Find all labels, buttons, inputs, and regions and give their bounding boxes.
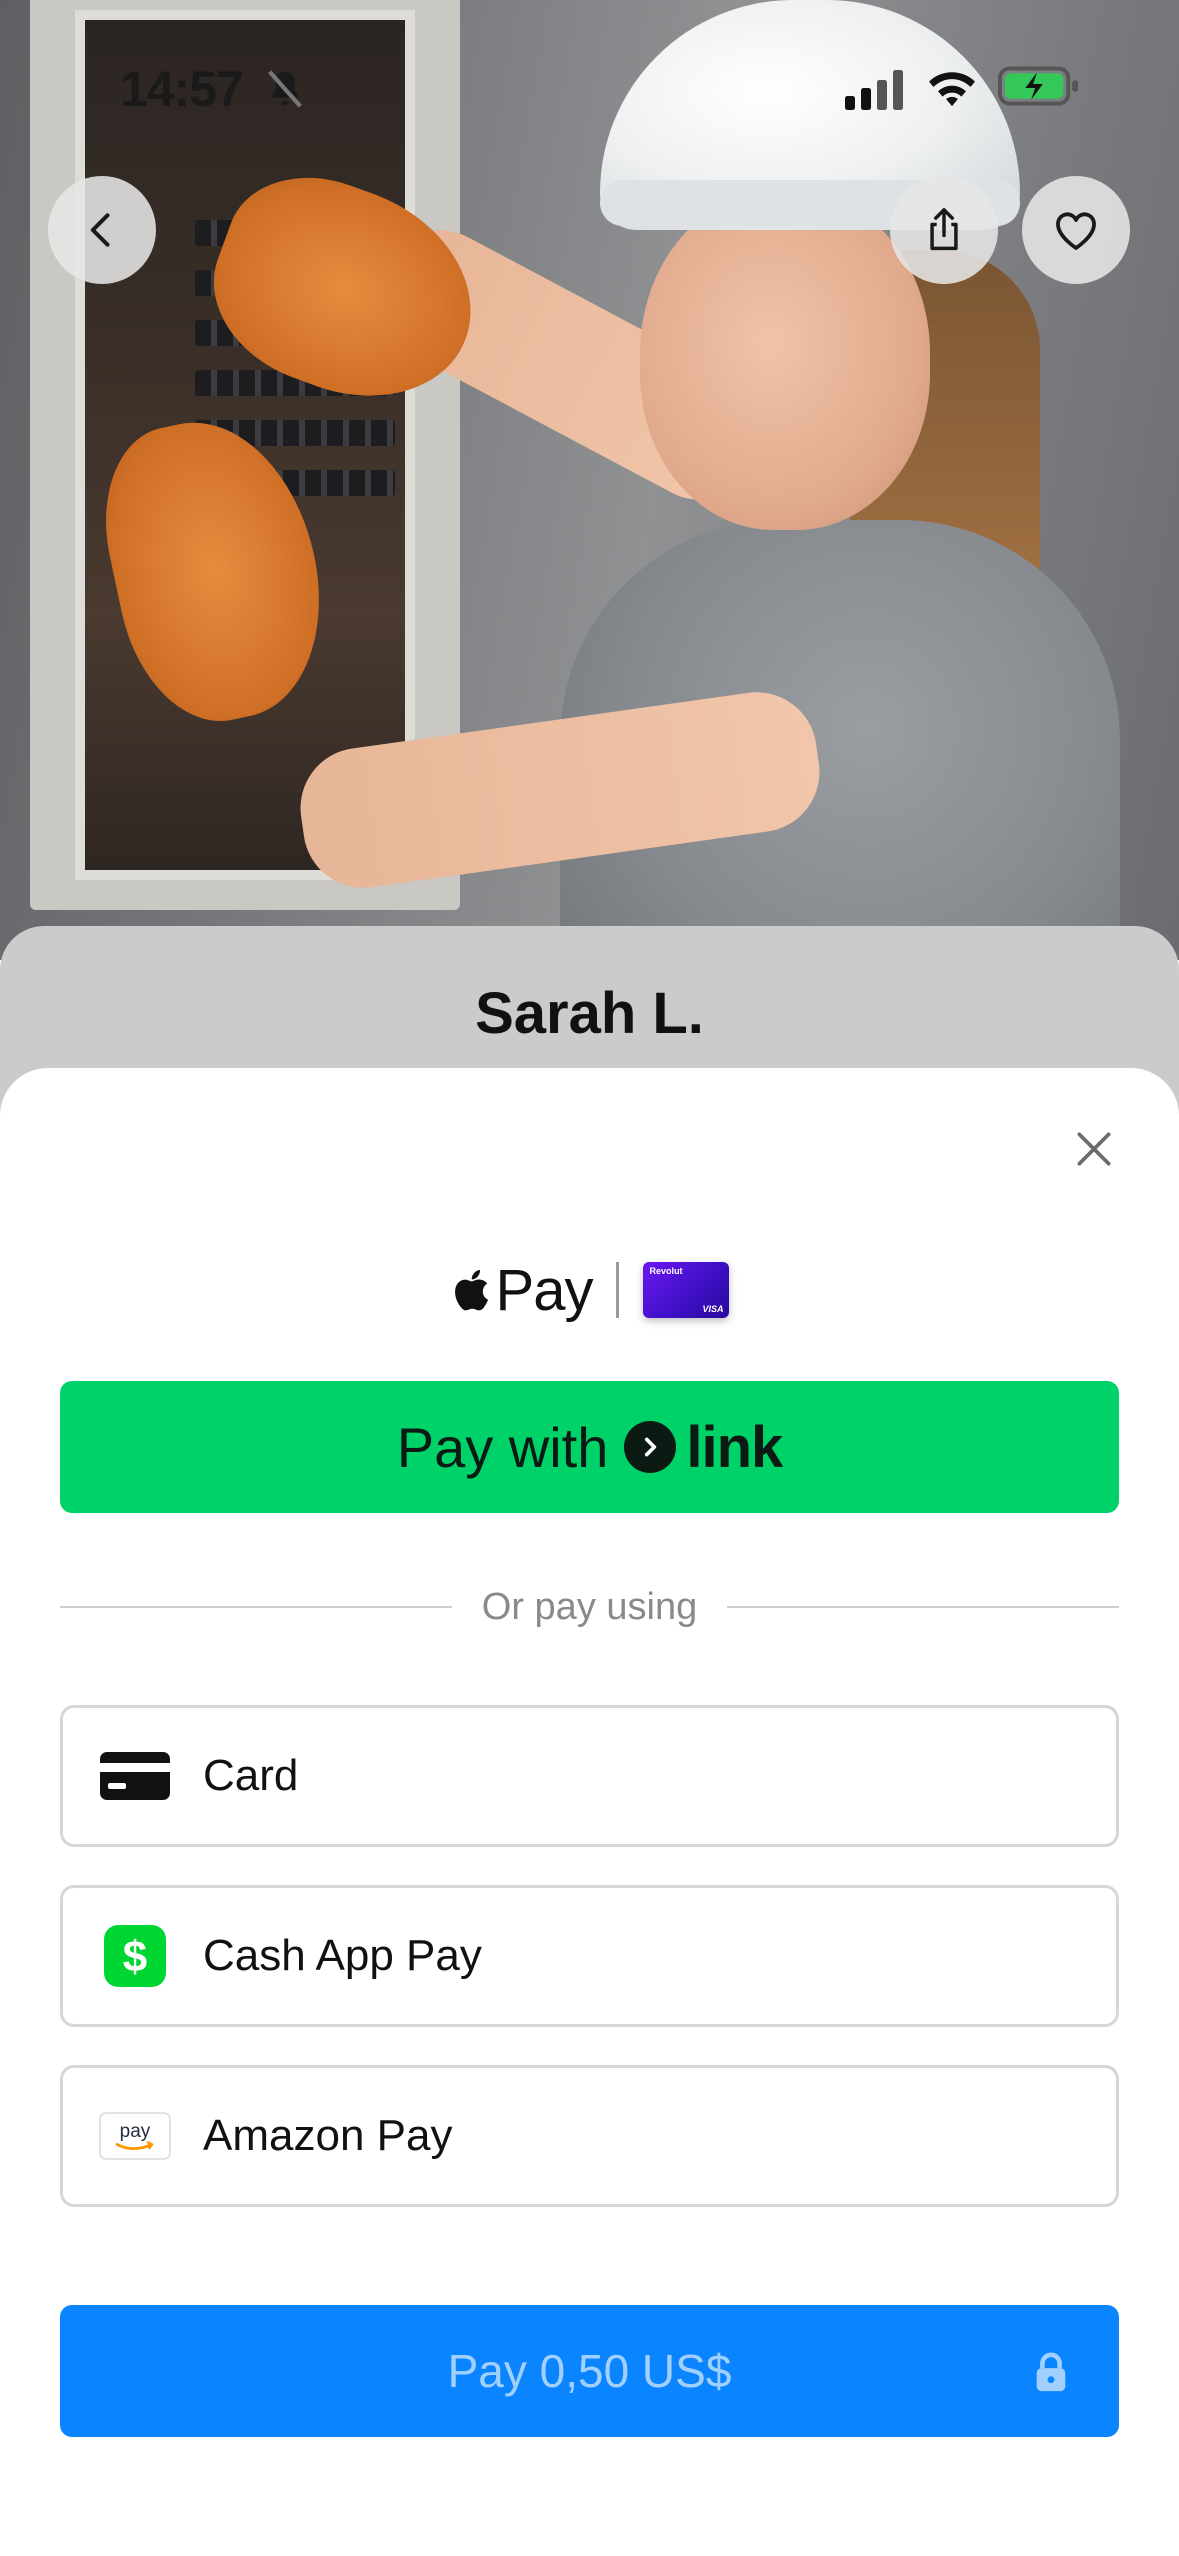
heart-icon [1056, 212, 1096, 250]
cash-app-option-label: Cash App Pay [203, 1931, 482, 1980]
pay-with-link-label: Pay with [396, 1415, 609, 1479]
share-button[interactable] [890, 176, 998, 284]
apple-pay-logo: Pay [450, 1257, 593, 1324]
share-icon [930, 208, 958, 251]
pay-button[interactable]: Pay 0,50 US$ [60, 2305, 1119, 2437]
battery-charging-icon [998, 66, 1079, 106]
screen: 14:57 Sarah L. Pay Revolut VISA Pay with… [0, 0, 1179, 2556]
amazon-pay-option-label: Amazon Pay [203, 2111, 453, 2160]
link-brand: link [686, 1414, 783, 1480]
apple-icon [454, 1270, 488, 1311]
revolut-card-image: Revolut VISA [643, 1262, 730, 1318]
apple-pay-label: Pay [495, 1257, 594, 1323]
card-brand: Revolut [649, 1266, 683, 1276]
close-icon [1077, 1132, 1111, 1166]
provider-name: Sarah L. [475, 981, 704, 1046]
or-pay-using-divider: Or pay using [60, 1582, 1120, 1632]
pay-button-label: Pay 0,50 US$ [447, 2345, 732, 2397]
credit-card-icon [99, 1740, 171, 1812]
svg-text:$: $ [123, 1933, 147, 1982]
amazon-pay-option[interactable]: pay Amazon Pay [60, 2065, 1119, 2207]
card-payment-option[interactable]: Card [60, 1705, 1119, 1847]
back-button[interactable] [48, 176, 156, 284]
card-network: VISA [702, 1304, 724, 1314]
link-chevron-icon [624, 1421, 677, 1473]
lock-icon [1036, 2352, 1066, 2392]
amazon-pay-icon-text: pay [120, 2121, 151, 2142]
status-bar: 14:57 [0, 0, 1179, 150]
bell-slash-icon [268, 70, 302, 108]
chevron-left-icon [90, 213, 110, 247]
cash-app-icon: $ [99, 1920, 171, 1992]
cash-app-pay-option[interactable]: $ Cash App Pay [60, 1885, 1119, 2027]
cellular-signal-icon [845, 70, 903, 110]
pay-with-link-button[interactable]: Pay with link [60, 1381, 1119, 1513]
divider [616, 1262, 620, 1318]
favorite-button[interactable] [1022, 176, 1130, 284]
close-button[interactable] [1066, 1121, 1122, 1177]
link-logo: link [624, 1414, 783, 1481]
apple-pay-button[interactable]: Pay Revolut VISA [0, 1257, 1179, 1324]
amazon-pay-icon: pay [99, 2100, 171, 2172]
card-option-label: Card [203, 1751, 299, 1800]
divider-text: Or pay using [481, 1585, 698, 1628]
status-time: 14:57 [120, 61, 244, 117]
wifi-icon [929, 72, 975, 107]
